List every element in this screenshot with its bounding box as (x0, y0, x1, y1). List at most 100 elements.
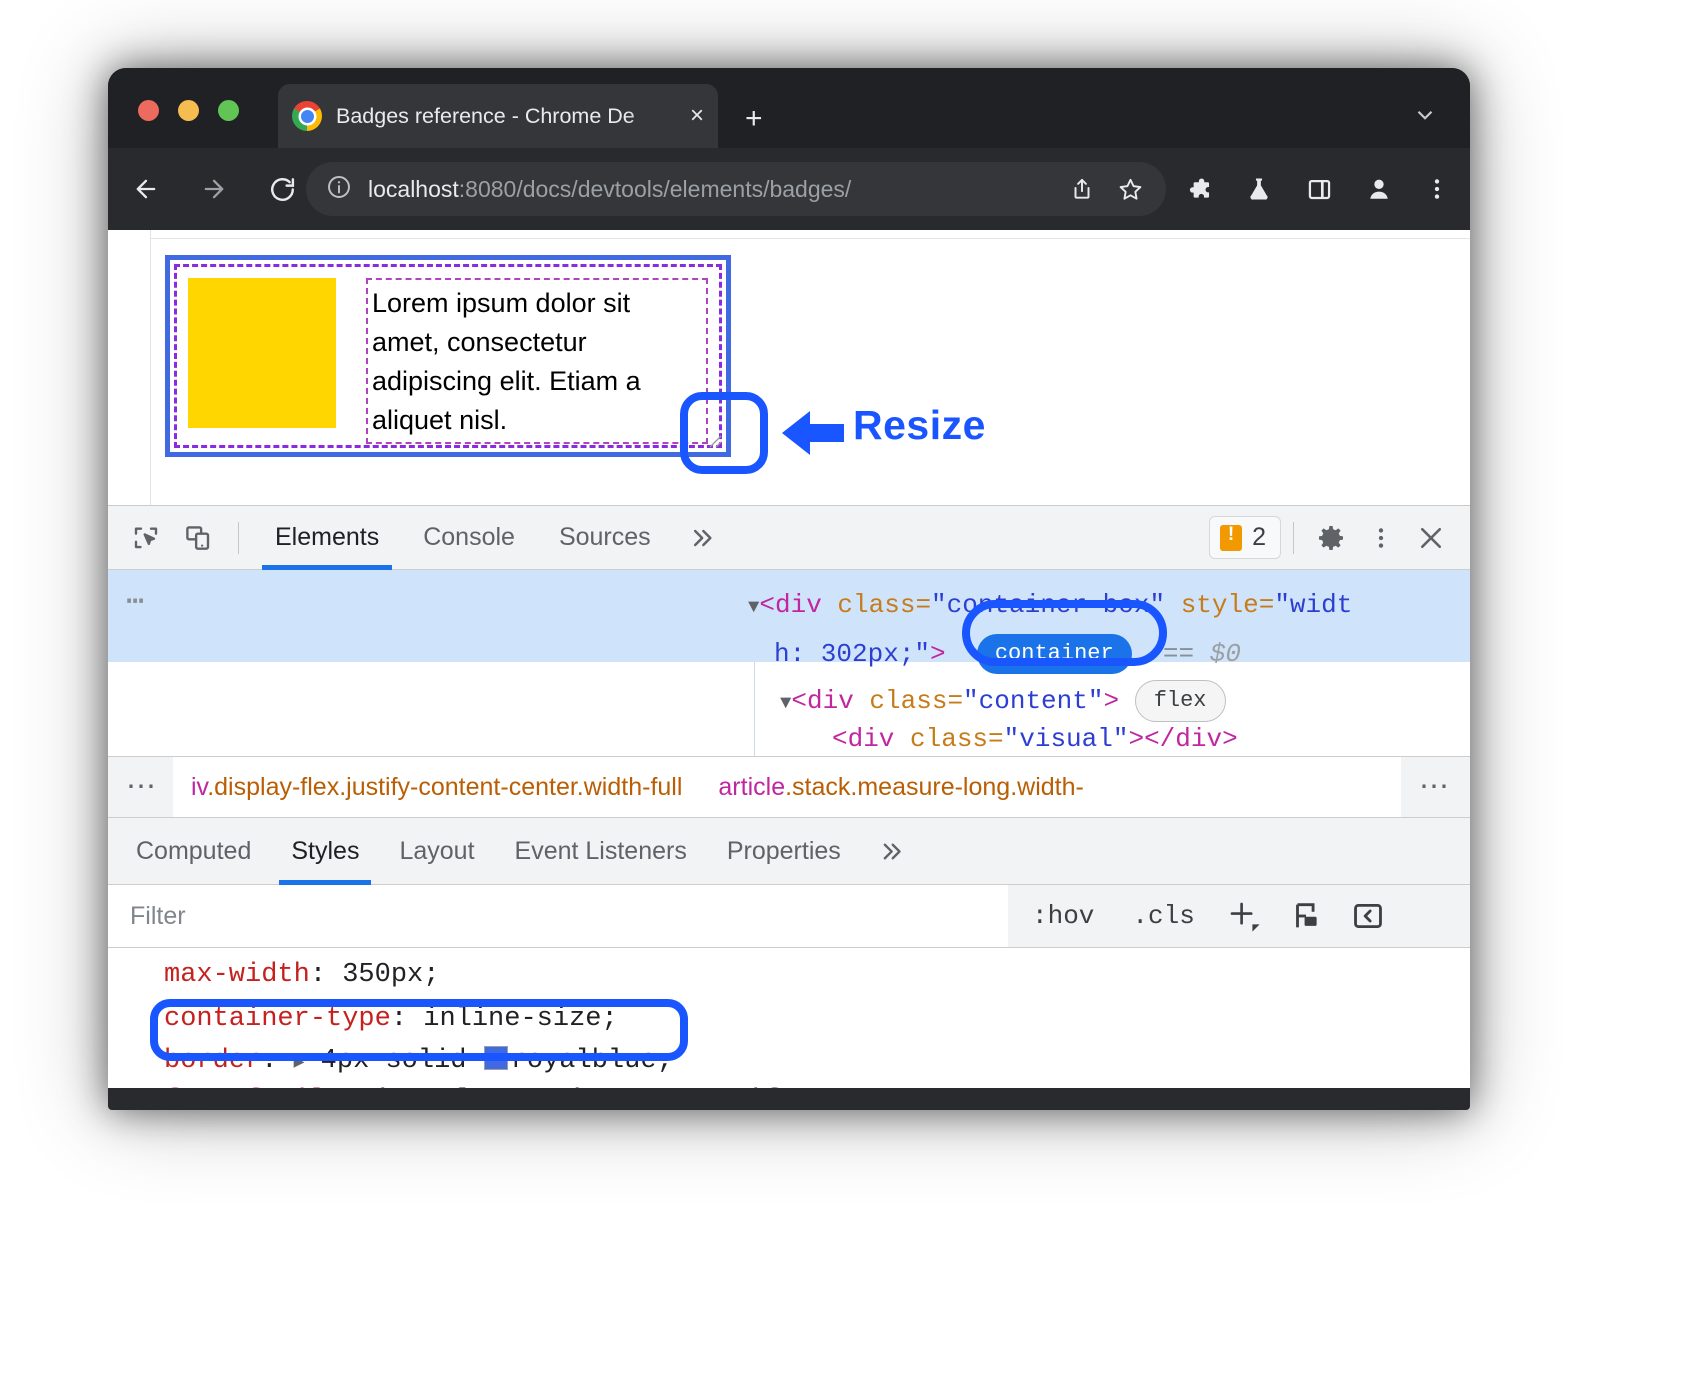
url-host: localhost (368, 176, 459, 202)
more-tabs-icon[interactable] (673, 507, 729, 569)
devtools-toolbar-right: 2 (1209, 513, 1470, 563)
dom-dollar-ref: $0 (1210, 639, 1241, 669)
css-declaration-container-type[interactable]: container-type: inline-size; (164, 1006, 618, 1033)
flask-icon[interactable] (1236, 166, 1282, 212)
new-style-rule-icon[interactable] (1217, 889, 1271, 943)
close-icon[interactable]: × (690, 104, 704, 128)
dom-row-ellipsis[interactable]: ⋯ (126, 588, 147, 618)
annotation-arrow-left-icon (782, 406, 844, 465)
browser-tab[interactable]: Badges reference - Chrome De × (278, 84, 718, 148)
browser-toolbar: localhost:8080/docs/devtools/elements/ba… (108, 148, 1470, 230)
bookmark-star-icon[interactable] (1117, 176, 1144, 203)
back-icon[interactable] (124, 167, 168, 211)
breadcrumb-items: iv.display-flex.justify-content-center.w… (173, 757, 1401, 817)
dom-line-2[interactable]: h: 302px;"> container == $0 (774, 634, 1241, 674)
css-value-max-width[interactable]: 350px (342, 960, 423, 990)
resize-handle-icon[interactable] (701, 427, 723, 449)
devtools-toolbar: Elements Console Sources 2 (108, 506, 1470, 570)
tab-title: Badges reference - Chrome De (336, 104, 682, 129)
lorem-paragraph: Lorem ipsum dolor sit amet, consectetur … (366, 278, 708, 444)
class-toggle-button[interactable]: .cls (1118, 886, 1208, 946)
styles-filter-row: :hov .cls (108, 885, 1470, 948)
dom-line-3[interactable]: ▼<div class="content"> flex (780, 680, 1226, 722)
css-declaration-max-width[interactable]: max-width: 350px; (164, 962, 439, 989)
color-swatch[interactable] (484, 1046, 508, 1070)
close-window-button[interactable] (138, 100, 159, 121)
css-value-font-family[interactable]: 'Google Sans', sans-serif (375, 1086, 780, 1088)
dom-tree: ⋯ ▼<div class="container-box" style="wid… (108, 570, 1470, 756)
address-bar[interactable]: localhost:8080/docs/devtools/elements/ba… (306, 162, 1166, 216)
css-value-container-type[interactable]: inline-size (423, 1004, 601, 1034)
dom-line4-close: > (1128, 724, 1144, 754)
breadcrumb-right-overflow[interactable]: ⋯ (1401, 772, 1470, 802)
breadcrumb-left-overflow[interactable]: ⋯ (108, 772, 173, 802)
browser-menu-icon[interactable] (1414, 166, 1460, 212)
search-input[interactable] (108, 885, 1008, 947)
css-declaration-border[interactable]: border: ▶ 4px solid royalblue; (164, 1046, 673, 1075)
reload-icon[interactable] (260, 167, 304, 211)
tab-strip: Badges reference - Chrome De × + (108, 68, 1470, 148)
dom-line-1[interactable]: ▼<div class="container-box" style="widt (748, 592, 1352, 618)
info-icon[interactable] (326, 174, 352, 205)
tab-event-listeners-label: Event Listeners (515, 837, 687, 866)
expand-triangle-icon-2[interactable]: ▼ (780, 692, 791, 714)
toolbar-divider (238, 522, 239, 554)
content-flex-element: Lorem ipsum dolor sit amet, consectetur … (188, 278, 708, 434)
dom-val-class: "container-box" (931, 590, 1165, 620)
dom-eq-marker: == (1163, 639, 1194, 669)
more-styles-tabs-icon[interactable] (861, 819, 920, 884)
annotation-label-resize: Resize (853, 402, 986, 449)
gear-icon[interactable] (1306, 513, 1356, 563)
maximize-window-button[interactable] (218, 100, 239, 121)
devtools-menu-icon[interactable] (1356, 513, 1406, 563)
dom-tag-open: <div (759, 590, 821, 620)
screenshot-root: Badges reference - Chrome De × + (0, 0, 1708, 1380)
dom-val-style-2: h: 302px;" (774, 639, 930, 669)
expand-triangle-icon[interactable]: ▼ (748, 596, 759, 618)
breadcrumb-item-article[interactable]: article.stack.measure-long.width- (700, 773, 1101, 802)
dom-line-4[interactable]: <div class="visual"></div> (832, 726, 1238, 752)
device-toolbar-icon[interactable] (172, 512, 224, 564)
dom-line2-close: > (930, 639, 946, 669)
breadcrumb: ⋯ iv.display-flex.justify-content-center… (108, 756, 1470, 817)
breadcrumb-item-1-tag: article (718, 773, 785, 801)
forward-icon[interactable] (192, 167, 236, 211)
expand-shorthand-icon[interactable]: ▶ (294, 1053, 305, 1073)
badge-container[interactable]: container (977, 634, 1132, 674)
css-declarations-list: max-width: 350px; container-type: inline… (108, 948, 1470, 1088)
tab-layout[interactable]: Layout (379, 819, 494, 884)
css-prop-border: border (164, 1046, 261, 1076)
tab-event-listeners[interactable]: Event Listeners (495, 819, 707, 884)
tab-sources[interactable]: Sources (537, 507, 673, 569)
inspect-element-icon[interactable] (120, 512, 172, 564)
collapse-sidebar-icon[interactable] (1341, 889, 1395, 943)
tab-properties-label: Properties (727, 837, 841, 866)
breadcrumb-item-div[interactable]: iv.display-flex.justify-content-center.w… (173, 773, 700, 802)
extensions-icon[interactable] (1176, 166, 1222, 212)
dom-indent-guide (754, 662, 755, 756)
new-tab-button[interactable]: + (745, 104, 763, 134)
side-panel-icon[interactable] (1296, 166, 1342, 212)
avatar[interactable] (1356, 166, 1402, 212)
tab-styles[interactable]: Styles (271, 819, 379, 884)
dom-attr-class: class= (822, 590, 931, 620)
issues-badge[interactable]: 2 (1209, 516, 1281, 559)
badge-flex[interactable]: flex (1135, 680, 1226, 722)
css-prop-max-width: max-width (164, 960, 310, 990)
dom-line4-attr-class: class= (894, 724, 1003, 754)
tab-properties[interactable]: Properties (707, 819, 861, 884)
tab-computed[interactable]: Computed (116, 819, 271, 884)
dom-attr-style: style= (1165, 590, 1274, 620)
minimize-window-button[interactable] (178, 100, 199, 121)
close-devtools-icon[interactable] (1406, 513, 1456, 563)
dom-val-style-1: "widt (1274, 590, 1352, 620)
tab-elements[interactable]: Elements (253, 507, 401, 569)
print-preview-icon[interactable] (1279, 889, 1333, 943)
css-prop-container-type: container-type (164, 1004, 391, 1034)
share-icon[interactable] (1069, 176, 1095, 202)
hover-state-button[interactable]: :hov (1018, 886, 1108, 946)
tab-sources-label: Sources (559, 523, 651, 552)
tab-elements-label: Elements (275, 523, 379, 552)
chevron-down-icon[interactable] (1412, 102, 1438, 128)
tab-console[interactable]: Console (401, 507, 537, 569)
